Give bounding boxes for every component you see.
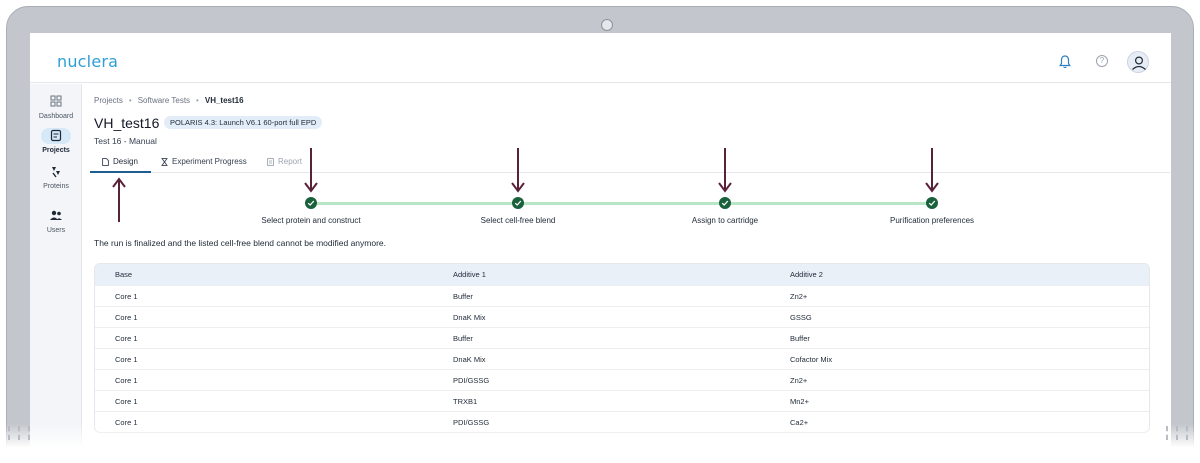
app-screen: nuclera ? Dashboard Projects Proteins Us… [30, 33, 1171, 463]
cut-dash-mark [28, 426, 30, 440]
table-row: Core 1 Buffer Buffer [95, 327, 1149, 348]
cell-additive-2: Zn2+ [790, 291, 808, 301]
cell-additive-1: DnaK Mix [453, 354, 486, 364]
tab-label: Report [278, 157, 303, 166]
cell-base: Core 1 [115, 312, 138, 322]
table-row: Core 1 Buffer Zn2+ [95, 285, 1149, 306]
breadcrumb-separator: • [196, 96, 199, 105]
breadcrumb: Projects • Software Tests • VH_test16 [94, 96, 244, 105]
cell-free-blend-table: Base Additive 1 Additive 2 Core 1 Buffer… [94, 263, 1150, 433]
sidebar-item-projects[interactable]: Projects [30, 128, 82, 154]
sidebar-item-label: Dashboard [38, 113, 74, 120]
tab-report: Report [267, 157, 302, 166]
breadcrumb-item-software-tests[interactable]: Software Tests [138, 96, 190, 105]
nuclera-logo[interactable]: nuclera [57, 52, 118, 71]
cell-base: Core 1 [115, 396, 138, 406]
cell-additive-2: Zn2+ [790, 375, 808, 385]
annotation-arrow-down-icon [718, 148, 732, 193]
screenshot-cut-edge [0, 424, 1200, 463]
user-avatar-icon[interactable] [1127, 51, 1149, 73]
cut-dash-mark [1176, 426, 1178, 440]
annotation-arrow-down-icon [304, 148, 318, 193]
step-label-protein-construct: Select protein and construct [261, 216, 361, 225]
cell-additive-2: Mn2+ [790, 396, 809, 406]
sidebar-item-label: Users [46, 227, 66, 234]
cut-dash-mark [18, 426, 20, 440]
users-icon [41, 208, 71, 224]
annotation-arrow-down-icon [925, 148, 939, 193]
step-complete-check-icon [305, 197, 317, 209]
table-row: Core 1 DnaK Mix GSSG [95, 306, 1149, 327]
bell-icon[interactable] [1059, 55, 1071, 69]
document-icon [102, 157, 109, 166]
cut-dash-mark [8, 426, 10, 440]
proteins-icon [41, 164, 71, 180]
step-complete-check-icon [926, 197, 938, 209]
cell-additive-2: Buffer [790, 333, 810, 343]
cut-dash-mark [1186, 426, 1188, 440]
tab-label: Experiment Progress [172, 157, 247, 166]
tab-design[interactable]: Design [102, 157, 138, 166]
cell-base: Core 1 [115, 354, 138, 364]
breadcrumb-item-projects[interactable]: Projects [94, 96, 123, 105]
column-header-base: Base [115, 270, 133, 279]
projects-icon [41, 128, 71, 144]
cell-additive-1: Buffer [453, 291, 473, 301]
cell-base: Core 1 [115, 291, 138, 301]
table-row: Core 1 DnaK Mix Cofactor Mix [95, 348, 1149, 369]
breadcrumb-current: VH_test16 [204, 96, 244, 105]
sidebar: Dashboard Projects Proteins Users [30, 84, 82, 463]
sidebar-item-proteins[interactable]: Proteins [30, 164, 82, 190]
tab-experiment-progress[interactable]: Experiment Progress [161, 157, 247, 166]
help-icon[interactable]: ? [1096, 55, 1108, 67]
cell-additive-1: TRXB1 [453, 396, 478, 406]
table-row: Core 1 PDI/GSSG Zn2+ [95, 369, 1149, 390]
stepper-progress-line [312, 202, 934, 205]
step-label-purification: Purification preferences [889, 216, 975, 225]
tab-label: Design [113, 157, 138, 166]
cell-base: Core 1 [115, 333, 138, 343]
table-row: Core 1 TRXB1 Mn2+ [95, 390, 1149, 411]
top-bar: nuclera ? [30, 33, 1171, 83]
cell-additive-1: DnaK Mix [453, 312, 486, 322]
column-header-additive-2: Additive 2 [790, 270, 823, 279]
annotation-arrow-down-icon [511, 148, 525, 193]
step-label-cell-free-blend: Select cell-free blend [480, 216, 556, 225]
step-complete-check-icon [512, 197, 524, 209]
page-subtitle: Test 16 - Manual [94, 136, 157, 146]
sidebar-item-dashboard[interactable]: Dashboard [30, 94, 82, 120]
cell-additive-1: Buffer [453, 333, 473, 343]
sidebar-item-label: Proteins [43, 183, 69, 190]
annotation-arrow-up-icon [112, 177, 126, 222]
column-header-additive-1: Additive 1 [453, 270, 486, 279]
cell-additive-2: GSSG [790, 312, 812, 322]
finalized-run-notice: The run is finalized and the listed cell… [94, 238, 387, 248]
step-label-assign-cartridge: Assign to cartridge [691, 216, 759, 225]
active-tab-indicator [90, 171, 151, 173]
hourglass-icon [161, 157, 168, 166]
sidebar-item-users[interactable]: Users [30, 208, 82, 234]
cell-additive-2: Cofactor Mix [790, 354, 833, 364]
instrument-badge: POLARIS 4.3: Launch V6.1 60-port full EP… [164, 116, 323, 129]
dashboard-icon [41, 94, 71, 110]
sidebar-item-label: Projects [42, 147, 70, 154]
cell-additive-1: PDI/GSSG [453, 375, 490, 385]
cell-base: Core 1 [115, 375, 138, 385]
breadcrumb-separator: • [128, 96, 132, 105]
camera-icon [601, 19, 613, 31]
tab-bar: Design Experiment Progress Report [90, 155, 1170, 173]
report-icon [267, 157, 274, 166]
table-header: Base Additive 1 Additive 2 [95, 264, 1149, 285]
cut-dash-mark [1166, 426, 1168, 440]
step-complete-check-icon [719, 197, 731, 209]
page-title: VH_test16 [94, 115, 160, 131]
